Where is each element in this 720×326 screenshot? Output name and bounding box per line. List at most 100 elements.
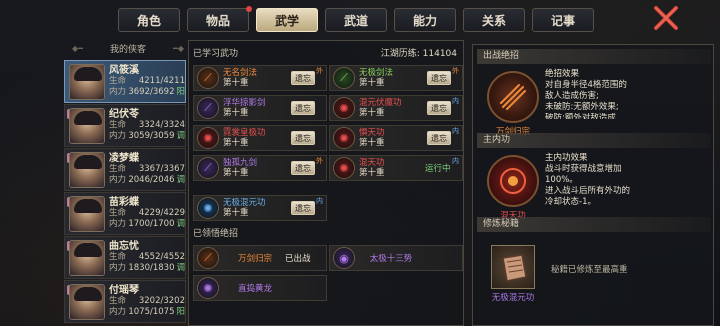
skill-level: 第十重 — [359, 168, 385, 178]
skill-name: 无极剑法 — [359, 68, 394, 78]
character-tag: 调 — [176, 175, 185, 185]
character-portrait — [69, 239, 105, 276]
skill-slot[interactable]: ✺ 惧天功 第十重 遗忘 内 — [329, 125, 463, 151]
character-card[interactable]: 风筱溪 生命 4211/4211 内力 3692/3692 阳 — [64, 60, 186, 103]
ultimate-name: 万剑归宗 — [237, 254, 272, 264]
character-list: 风筱溪 生命4211/4211 内力3692/3692阳 ♀ 纪伏苓 生命332… — [64, 60, 186, 324]
forget-button[interactable]: 遗忘 — [291, 201, 315, 215]
character-tag: 调 — [176, 131, 185, 141]
sword-slash-icon: ⟋ — [197, 67, 219, 89]
mp-value: 1075/1075 — [128, 307, 175, 317]
skill-name: 无极混元功 — [223, 198, 266, 208]
mp-value: 3692/3692 — [128, 87, 175, 97]
effect-line: 未破防:无额外效果; — [545, 102, 619, 112]
skill-level: 第十重 — [223, 108, 249, 118]
character-tag: 阳 — [176, 87, 185, 97]
skill-name: 浮华掠影剑 — [223, 98, 266, 108]
skill-level: 第十重 — [359, 108, 385, 118]
skill-slot[interactable]: ✺ 混元伏魔功 第十重 遗忘 内 — [329, 95, 463, 121]
notification-dot — [246, 6, 252, 12]
sword-slash-icon: ⟋ — [197, 157, 219, 179]
ultimates-section-title: 已领悟绝招 — [193, 229, 239, 239]
skill-slot[interactable]: ⟋ 无名剑法 第十重 遗忘 外 — [193, 65, 327, 91]
skill-level: 第十重 — [359, 138, 385, 148]
close-icon[interactable] — [652, 4, 680, 32]
forget-button[interactable]: 遗忘 — [291, 161, 315, 175]
skill-slot[interactable]: ⟋ 浮华掠影剑 第十重 遗忘 — [193, 95, 327, 121]
character-name: 风筱溪 — [109, 65, 139, 76]
mp-value: 2046/2046 — [128, 175, 175, 185]
ultimate-slot[interactable]: ◉ 太极十三势 — [329, 245, 463, 271]
inner-art-effect: 主内功效果 战斗时获得战意增加 100%。 进入战斗后所有外功的 冷却状态-1。 — [545, 153, 641, 208]
claw-icon: ✺ — [197, 277, 219, 299]
skill-level: 第十重 — [359, 78, 385, 88]
learned-section-title: 已学习武功 — [193, 49, 239, 59]
skill-name: 霓裳皇极功 — [223, 128, 266, 138]
mp-label: 内力 — [109, 219, 127, 229]
right-ornament-icon: ━◆ — [173, 43, 184, 53]
tab-journal[interactable]: 记事 — [532, 8, 594, 32]
forget-button[interactable]: 遗忘 — [291, 131, 315, 145]
tab-label: 能力 — [412, 13, 437, 28]
mp-label: 内力 — [109, 175, 127, 185]
history-label: 江湖历练: — [380, 49, 420, 59]
hp-value: 3324/3324 — [138, 120, 185, 130]
forget-button[interactable]: 遗忘 — [427, 71, 451, 85]
forget-button[interactable]: 遗忘 — [291, 71, 315, 85]
mp-value: 1700/1700 — [128, 219, 175, 229]
skill-name: 混元伏魔功 — [359, 98, 402, 108]
hp-value: 3202/3202 — [138, 296, 185, 306]
character-card[interactable]: ♀ 凌梦蝶 生命3367/3367 内力2046/2046调 — [64, 148, 186, 191]
mp-label: 内力 — [109, 307, 127, 317]
tab-items[interactable]: 物品 — [187, 6, 252, 32]
flame-swirl-icon: ✺ — [197, 127, 219, 149]
tab-martial-arts[interactable]: 武学 — [256, 8, 318, 32]
roster-title: 我的侠客 — [109, 44, 146, 55]
skill-slot[interactable]: ✺ 霓裳皇极功 第十重 遗忘 — [193, 125, 327, 151]
character-tag: 调 — [176, 219, 185, 229]
flame-swirl-icon: ✺ — [333, 127, 355, 149]
tab-abilities[interactable]: 能力 — [394, 8, 456, 32]
effect-line: 战斗时获得战意增加 — [545, 164, 622, 174]
secret-manual-header: 修炼秘籍 — [477, 217, 711, 232]
hp-label: 生命 — [109, 252, 127, 262]
tab-label: 武学 — [274, 13, 299, 28]
tab-character[interactable]: 角色 — [118, 8, 180, 32]
hp-label: 生命 — [109, 296, 127, 306]
character-card[interactable]: ♀ 苗彩蝶 生命4229/4229 内力1700/1700调 — [64, 192, 186, 235]
forget-button[interactable]: 遗忘 — [427, 131, 451, 145]
effect-line: 进入战斗后所有外功的 — [545, 186, 631, 196]
character-card[interactable]: ♀ 付瑶琴 生命3202/3202 内力1075/1075阳 — [64, 280, 186, 323]
character-card[interactable]: ♀ 纪伏苓 生命3324/3324 内力3059/3059调 — [64, 104, 186, 147]
sword-rain-icon: ⟋ — [197, 247, 219, 269]
detail-panel: 出战绝招 万剑归宗 绝招效果 对自身半径4格范围的 敌人造成伤害; 未破防:无额… — [472, 44, 714, 326]
hp-label: 生命 — [109, 208, 127, 218]
skill-level: 第十重 — [223, 78, 249, 88]
tab-martial-path[interactable]: 武道 — [325, 8, 387, 32]
ultimate-effect-title: 绝招效果 — [545, 69, 580, 79]
character-portrait — [69, 283, 105, 320]
character-card[interactable]: ♀ 曲忘忧 生命4552/4552 内力1830/1830调 — [64, 236, 186, 279]
skill-slot[interactable]: ✺ 混天功 第十重 运行中 内 — [329, 155, 463, 181]
flame-swirl-icon: ✺ — [333, 157, 355, 179]
ultimate-slot[interactable]: ⟋ 万剑归宗 已出战 — [193, 245, 327, 271]
forget-button[interactable]: 遗忘 — [427, 101, 451, 115]
character-portrait — [69, 195, 105, 232]
character-name: 纪伏苓 — [109, 109, 139, 120]
skill-name: 独孤九剑 — [223, 158, 258, 168]
manual-book-icon — [491, 245, 535, 289]
skill-slot[interactable]: ⟋ 独孤九剑 第十重 遗忘 外 — [193, 155, 327, 181]
skill-slot[interactable]: ⟋ 无极剑法 第十重 遗忘 外 — [329, 65, 463, 91]
hp-label: 生命 — [109, 76, 127, 86]
tab-label: 角色 — [136, 13, 161, 28]
forget-button[interactable]: 遗忘 — [291, 101, 315, 115]
roster-header: ◆━ 我的侠客 ━◆ — [72, 40, 184, 56]
effect-line: 对自身半径4格范围的 — [545, 80, 627, 90]
skill-slot[interactable]: ✺ 无极混元功 第十重 遗忘 内 — [193, 195, 327, 221]
ultimate-slot[interactable]: ✺ 直捣黄龙 — [193, 275, 327, 301]
hp-label: 生命 — [109, 164, 127, 174]
mp-label: 内力 — [109, 87, 127, 97]
mp-value: 3059/3059 — [128, 131, 175, 141]
tab-relations[interactable]: 关系 — [463, 8, 525, 32]
tab-label: 关系 — [481, 13, 506, 28]
